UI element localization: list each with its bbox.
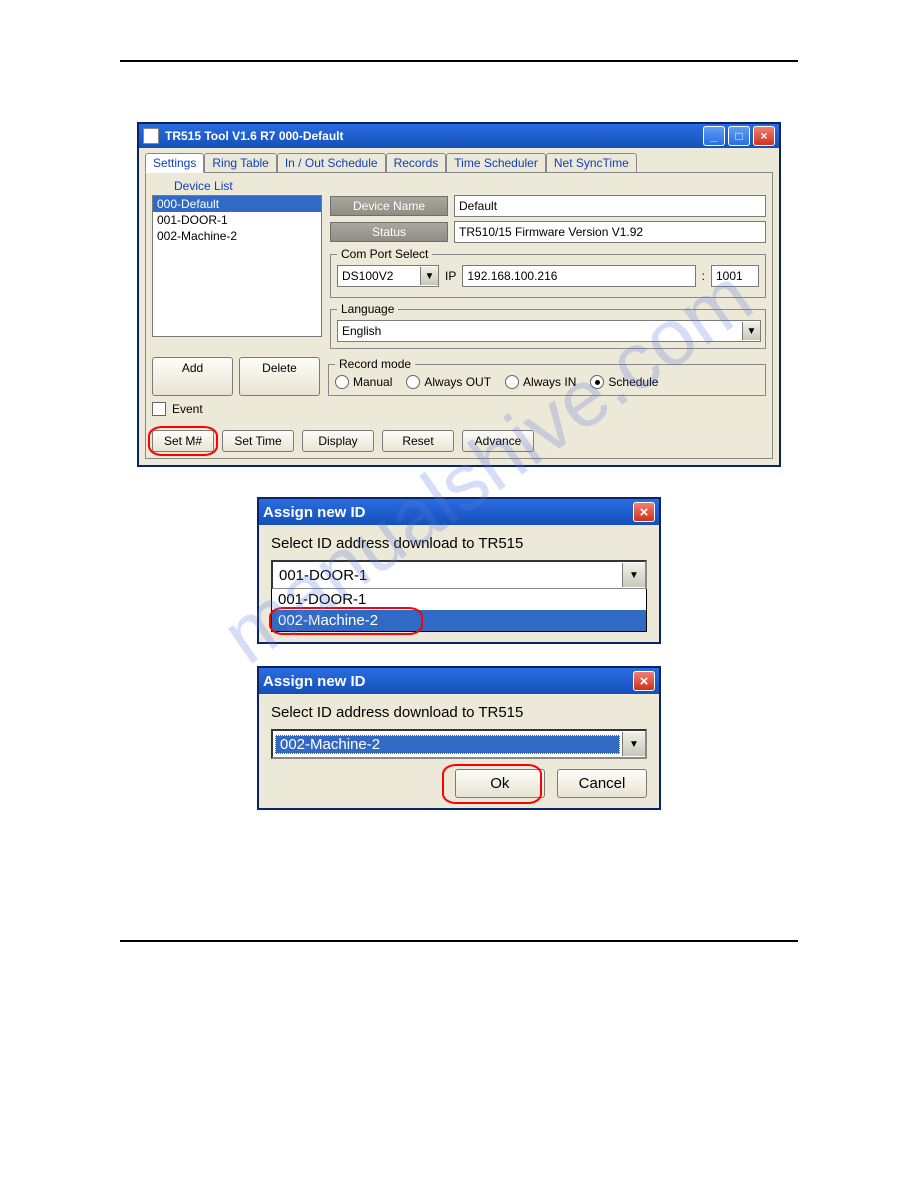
dropdown-value: 002-Machine-2 <box>275 735 620 754</box>
tab-time-scheduler[interactable]: Time Scheduler <box>446 153 546 173</box>
comport-value: DS100V2 <box>338 269 420 283</box>
bottom-rule <box>120 940 798 942</box>
comport-legend: Com Port Select <box>337 247 432 261</box>
recordmode-always-in[interactable]: Always IN <box>505 375 576 389</box>
device-name-field[interactable]: Default <box>454 195 766 217</box>
set-m-button[interactable]: Set M# <box>152 430 214 452</box>
radio-label: Manual <box>353 375 392 389</box>
delete-button[interactable]: Delete <box>239 357 320 396</box>
app-icon <box>143 128 159 144</box>
device-name-button[interactable]: Device Name <box>330 196 448 216</box>
language-group: Language English ▼ <box>330 302 766 349</box>
titlebar: TR515 Tool V1.6 R7 000-Default _ □ × <box>139 124 779 148</box>
close-button[interactable]: × <box>633 671 655 691</box>
minimize-button[interactable]: _ <box>703 126 725 146</box>
recordmode-legend: Record mode <box>335 357 415 371</box>
port-field[interactable]: 1001 <box>711 265 759 287</box>
tab-net-synctime[interactable]: Net SyncTime <box>546 153 637 173</box>
tab-ring-table[interactable]: Ring Table <box>204 153 276 173</box>
chevron-down-icon[interactable]: ▼ <box>622 563 645 587</box>
recordmode-group: Record mode Manual Always OUT Always IN … <box>328 357 766 396</box>
ok-button[interactable]: Ok <box>455 769 545 798</box>
maximize-button[interactable]: □ <box>728 126 750 146</box>
device-list-item[interactable]: 001-DOOR-1 <box>153 212 321 228</box>
radio-label: Always OUT <box>424 375 491 389</box>
dialog-prompt: Select ID address download to TR515 <box>271 704 647 721</box>
recordmode-always-out[interactable]: Always OUT <box>406 375 491 389</box>
language-value: English <box>338 324 742 338</box>
add-button[interactable]: Add <box>152 357 233 396</box>
close-button[interactable]: × <box>753 126 775 146</box>
dialog-titlebar: Assign new ID × <box>259 499 659 525</box>
status-button[interactable]: Status <box>330 222 448 242</box>
recordmode-manual[interactable]: Manual <box>335 375 392 389</box>
dropdown-options: 001-DOOR-1 002-Machine-2 <box>271 589 647 632</box>
language-dropdown[interactable]: English ▼ <box>337 320 761 342</box>
recordmode-schedule[interactable]: Schedule <box>590 375 658 389</box>
tab-in-out-schedule[interactable]: In / Out Schedule <box>277 153 386 173</box>
language-legend: Language <box>337 302 398 316</box>
id-dropdown[interactable]: 002-Machine-2 ▼ <box>271 729 647 759</box>
chevron-down-icon[interactable]: ▼ <box>622 732 645 756</box>
dialog-title: Assign new ID <box>263 504 633 521</box>
radio-label: Schedule <box>608 375 658 389</box>
option-label: 002-Machine-2 <box>278 612 378 629</box>
ip-label: IP <box>445 269 456 283</box>
comport-group: Com Port Select DS100V2 ▼ IP 192.168.100… <box>330 247 766 298</box>
advance-button[interactable]: Advance <box>462 430 534 452</box>
id-dropdown[interactable]: 001-DOOR-1 ▼ <box>271 560 647 590</box>
comport-dropdown[interactable]: DS100V2 ▼ <box>337 265 439 287</box>
event-checkbox[interactable] <box>152 402 166 416</box>
chevron-down-icon[interactable]: ▼ <box>742 322 760 340</box>
tab-settings[interactable]: Settings <box>145 153 204 173</box>
status-field: TR510/15 Firmware Version V1.92 <box>454 221 766 243</box>
device-list-label: Device List <box>174 179 766 193</box>
top-rule <box>120 60 798 62</box>
cancel-button[interactable]: Cancel <box>557 769 647 798</box>
window-title: TR515 Tool V1.6 R7 000-Default <box>165 129 703 143</box>
dropdown-value: 001-DOOR-1 <box>273 567 622 584</box>
set-time-button[interactable]: Set Time <box>222 430 294 452</box>
chevron-down-icon[interactable]: ▼ <box>420 267 438 285</box>
radio-label: Always IN <box>523 375 576 389</box>
assign-id-dialog-confirm: Assign new ID × Select ID address downlo… <box>257 666 661 810</box>
tab-strip: Settings Ring Table In / Out Schedule Re… <box>139 148 779 172</box>
reset-button[interactable]: Reset <box>382 430 454 452</box>
device-list-item[interactable]: 000-Default <box>153 196 321 212</box>
dialog-titlebar: Assign new ID × <box>259 668 659 694</box>
event-label: Event <box>172 402 203 416</box>
port-sep: : <box>702 269 705 283</box>
settings-panel: Device List 000-Default 001-DOOR-1 002-M… <box>145 172 773 459</box>
device-list[interactable]: 000-Default 001-DOOR-1 002-Machine-2 <box>152 195 322 337</box>
dialog-title: Assign new ID <box>263 673 633 690</box>
dropdown-option[interactable]: 002-Machine-2 <box>272 610 646 631</box>
assign-id-dialog-open: Assign new ID × Select ID address downlo… <box>257 497 661 644</box>
dropdown-option[interactable]: 001-DOOR-1 <box>272 589 646 610</box>
display-button[interactable]: Display <box>302 430 374 452</box>
tab-records[interactable]: Records <box>386 153 447 173</box>
main-window: TR515 Tool V1.6 R7 000-Default _ □ × Set… <box>137 122 781 467</box>
dialog-prompt: Select ID address download to TR515 <box>271 535 647 552</box>
ip-field[interactable]: 192.168.100.216 <box>462 265 695 287</box>
device-list-item[interactable]: 002-Machine-2 <box>153 228 321 244</box>
close-button[interactable]: × <box>633 502 655 522</box>
